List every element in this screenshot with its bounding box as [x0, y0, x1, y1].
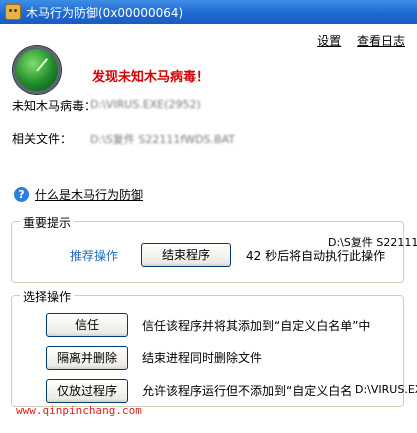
help-link-text[interactable]: 什么是木马行为防御	[35, 188, 143, 202]
help-icon: ?	[14, 187, 29, 202]
watermark-text: www.qinpinchang.com	[16, 404, 142, 417]
countdown-text: 秒后将自动执行此操作	[265, 249, 386, 263]
recommended-action-label: 推荐操作	[70, 249, 119, 263]
view-log-link[interactable]: 查看日志	[357, 34, 405, 48]
allow-description: 允许该程序运行但不添加到“自定义白名	[142, 384, 352, 398]
virus-label: 未知木马病毒：	[12, 99, 97, 113]
settings-link[interactable]: 设置	[317, 34, 341, 48]
quarantine-delete-button[interactable]: 隔离并删除	[46, 346, 128, 370]
tips-path-overflow: D:\S复件 S22111\	[328, 236, 417, 249]
app-icon	[5, 4, 21, 20]
radar-icon	[13, 46, 61, 94]
trust-description: 信任该程序并将其添加到“自定义白名单”中	[142, 319, 371, 333]
top-links: 设置 查看日志	[305, 32, 405, 49]
quarantine-description: 结束进程同时删除文件	[142, 351, 263, 365]
countdown-seconds: 42	[246, 249, 262, 263]
title-bar: 木马行为防御(0x00000064)	[0, 0, 417, 24]
important-tips-title: 重要提示	[20, 214, 75, 231]
window-title: 木马行为防御(0x00000064)	[26, 6, 184, 20]
end-program-button[interactable]: 结束程序	[141, 243, 231, 267]
actions-path-overflow: D:\VIRUS.EX	[355, 383, 417, 396]
file-value: D:\S复件 S22111fWDS.BAT	[90, 133, 235, 146]
alert-message: 发现未知木马病毒！	[92, 70, 210, 85]
help-link[interactable]: ? 什么是木马行为防御	[14, 186, 143, 203]
allow-program-button[interactable]: 仅放过程序	[46, 379, 128, 403]
virus-value: D:\VIRUS.EXE(2952)	[90, 98, 201, 111]
file-label: 相关文件：	[12, 132, 73, 146]
trust-button[interactable]: 信任	[46, 313, 128, 337]
choose-action-title: 选择操作	[20, 288, 75, 305]
